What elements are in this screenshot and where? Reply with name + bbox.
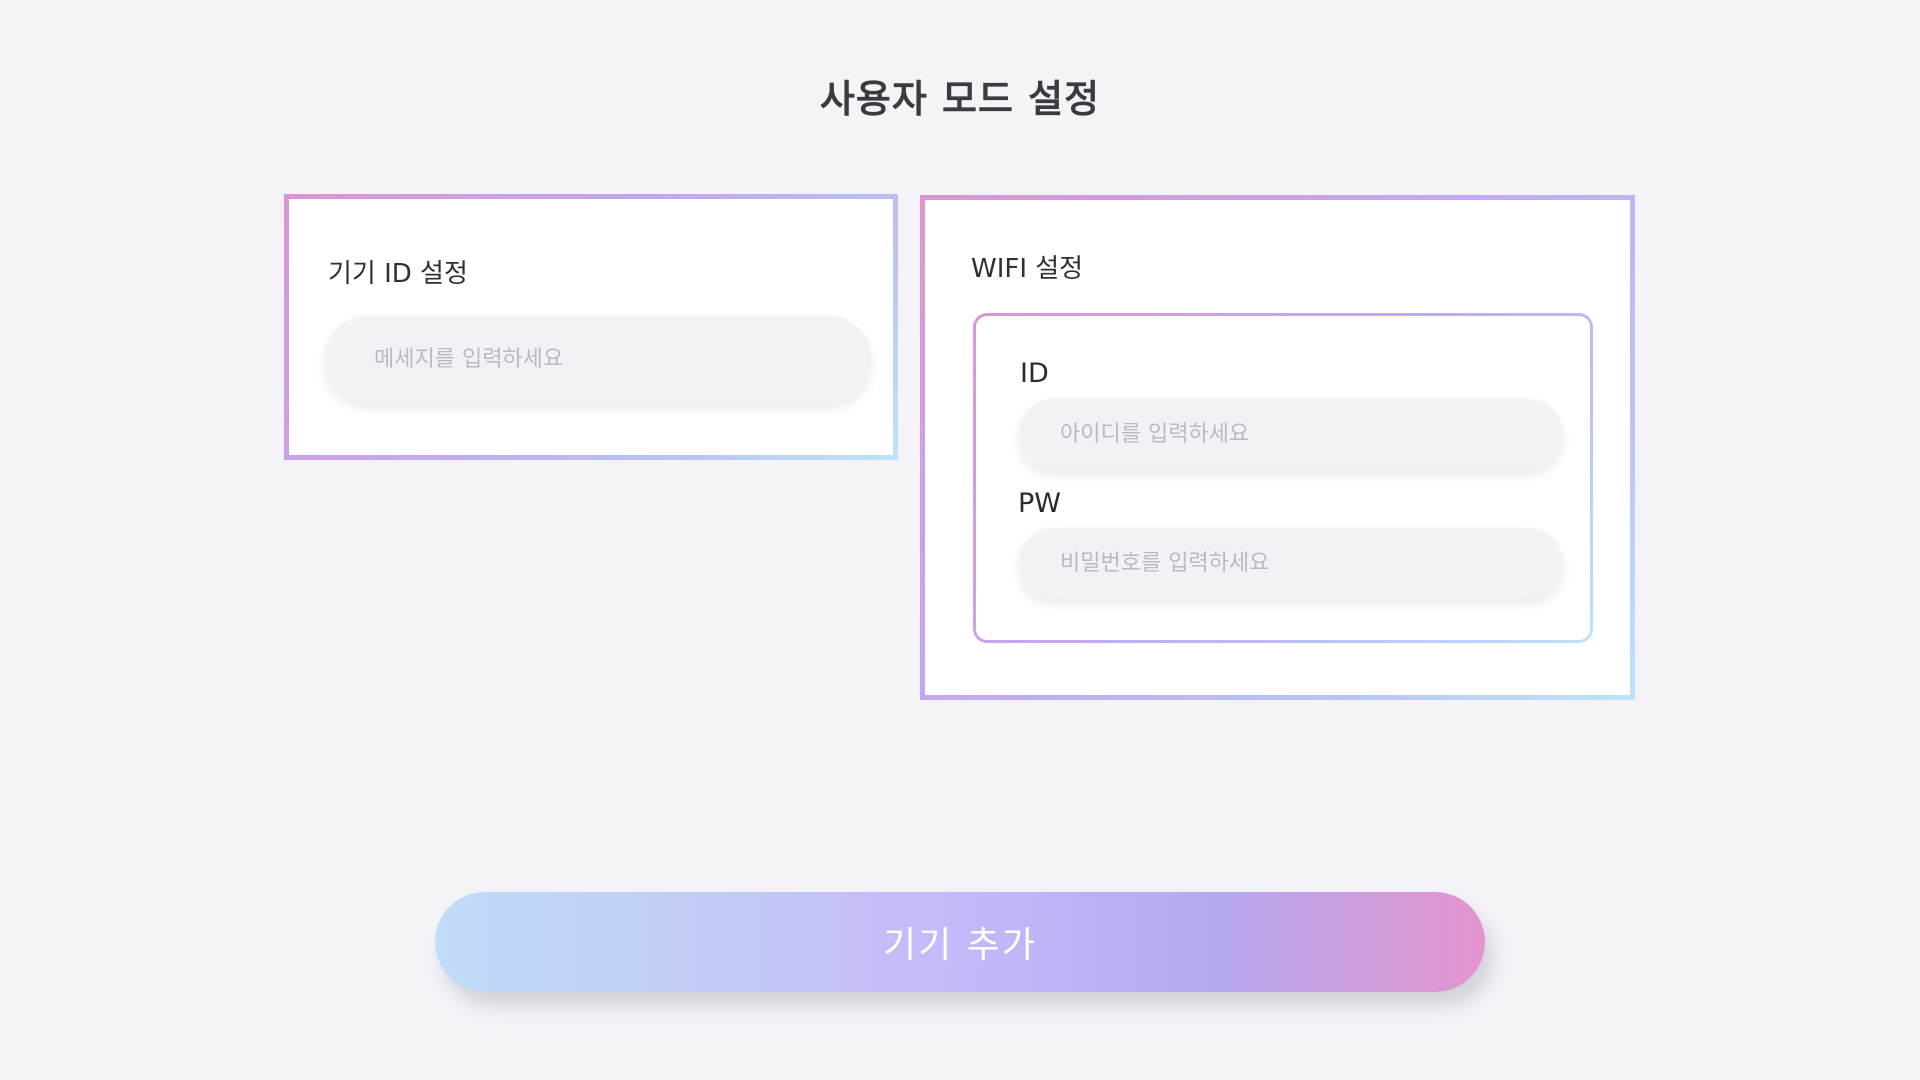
device-id-card: 기기 ID 설정 <box>284 194 898 460</box>
wifi-card-title: WIFI 설정 <box>971 254 1084 284</box>
wifi-id-input[interactable] <box>1018 398 1563 470</box>
wifi-credentials-box: ID PW <box>973 313 1593 643</box>
user-mode-settings-page: 사용자 모드 설정 기기 ID 설정 WIFI 설정 ID PW 기기 추가 <box>0 0 1920 1080</box>
device-id-input[interactable] <box>324 315 872 403</box>
page-title: 사용자 모드 설정 <box>819 77 1101 121</box>
wifi-pw-label: PW <box>1018 488 1061 519</box>
device-id-card-title: 기기 ID 설정 <box>328 259 468 289</box>
add-device-button[interactable]: 기기 추가 <box>435 892 1485 992</box>
wifi-card: WIFI 설정 ID PW <box>920 195 1635 700</box>
wifi-pw-input[interactable] <box>1018 527 1563 599</box>
wifi-id-label: ID <box>1020 358 1049 389</box>
